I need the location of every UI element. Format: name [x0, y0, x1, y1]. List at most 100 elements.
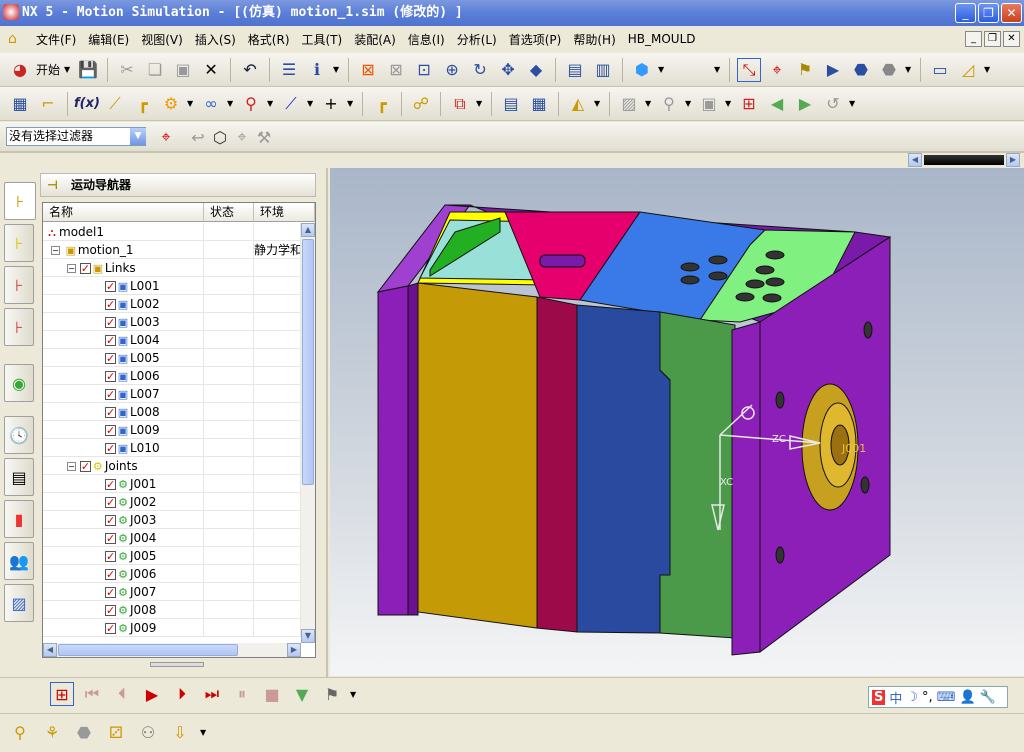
scroll-down-button[interactable]: ▼	[301, 629, 315, 643]
visibility-checkbox[interactable]: ✓	[105, 353, 116, 364]
cut-icon[interactable]: ✂	[115, 58, 139, 82]
tab-assembly-navigator[interactable]: ⊦	[4, 224, 34, 262]
undo-icon[interactable]: ↶	[238, 58, 262, 82]
visibility-checkbox[interactable]: ✓	[105, 407, 116, 418]
step-forward-icon[interactable]: ⏵	[170, 682, 194, 706]
shaded-icon[interactable]: ◆	[524, 58, 548, 82]
start-button[interactable]: 开始	[36, 61, 60, 78]
tree-row-j006[interactable]: ✓ ⚙ J006	[43, 565, 301, 583]
menu-hb-mould[interactable]: HB_MOULD	[622, 32, 702, 46]
menu-preferences[interactable]: 首选项(P)	[503, 31, 568, 48]
step-back-icon[interactable]: ⏴	[110, 682, 134, 706]
visibility-checkbox[interactable]: ✓	[105, 443, 116, 454]
column-header-environment[interactable]: 环境	[254, 203, 315, 222]
spring-icon[interactable]: ∞	[199, 92, 223, 116]
visibility-checkbox[interactable]: ✓	[105, 569, 116, 580]
tree-row-l004[interactable]: ✓ ▣ L004	[43, 331, 301, 349]
tree-row-j008[interactable]: ✓ ⚙ J008	[43, 601, 301, 619]
link-icon[interactable]: ⟋	[103, 92, 127, 116]
tab-reuse-library[interactable]: ▤	[4, 458, 34, 496]
zoom-in-out-icon[interactable]: ⊕	[440, 58, 464, 82]
delete-icon[interactable]: ✕	[199, 58, 223, 82]
assembly-icon[interactable]: ⬣	[849, 58, 873, 82]
info-icon[interactable]: ℹ	[305, 58, 329, 82]
undo-select-icon[interactable]: ↩	[186, 125, 210, 149]
fit-icon[interactable]: ⊠	[356, 58, 380, 82]
panel-resize-handle[interactable]	[150, 662, 204, 667]
grid-icon[interactable]: ⊞	[737, 92, 761, 116]
tree-row-j007[interactable]: ✓ ⚙ J007	[43, 583, 301, 601]
sensor-icon[interactable]: ⚲	[657, 92, 681, 116]
motion-icon[interactable]: ▶	[821, 58, 845, 82]
tree-row-j003[interactable]: ✓ ⚙ J003	[43, 511, 301, 529]
mold-model[interactable]: ZC XC J001	[330, 168, 1024, 676]
scroll-left-button[interactable]: ◀	[908, 153, 922, 167]
menu-view[interactable]: 视图(V)	[135, 31, 189, 48]
tree-row-j005[interactable]: ✓ ⚙ J005	[43, 547, 301, 565]
vertical-scroll-thumb[interactable]	[302, 239, 314, 485]
tab-visualization[interactable]: ▮	[4, 500, 34, 538]
restore-button[interactable]: ❐	[978, 3, 999, 23]
collapse-icon[interactable]: −	[67, 462, 76, 471]
tree-row-j001[interactable]: ✓ ⚙ J001	[43, 475, 301, 493]
visibility-checkbox[interactable]: ✓	[105, 335, 116, 346]
visibility-checkbox[interactable]: ✓	[105, 389, 116, 400]
calculator-icon[interactable]: ▦	[527, 92, 551, 116]
trace-icon[interactable]: ▨	[617, 92, 641, 116]
menu-format[interactable]: 格式(R)	[242, 31, 296, 48]
tree-row-l008[interactable]: ✓ ▣ L008	[43, 403, 301, 421]
tab-constraint-navigator[interactable]: ⊦	[4, 266, 34, 304]
menu-analysis[interactable]: 分析(L)	[451, 31, 503, 48]
paste-icon[interactable]: ▣	[171, 58, 195, 82]
tree-row-l006[interactable]: ✓ ▣ L006	[43, 367, 301, 385]
zoom-window-icon[interactable]: ⊠	[384, 58, 408, 82]
menu-insert[interactable]: 插入(S)	[189, 31, 242, 48]
view-cube-icon[interactable]: ⬢	[630, 58, 654, 82]
measure-angle-icon[interactable]: ◿	[956, 58, 980, 82]
tree-row-l003[interactable]: ✓ ▣ L003	[43, 313, 301, 331]
tree-row-joints[interactable]: − ✓ ⚙ Joints	[43, 457, 301, 475]
collapse-icon[interactable]: −	[67, 264, 76, 273]
tab-roles[interactable]: 👥	[4, 542, 34, 580]
pan-icon[interactable]: ✥	[496, 58, 520, 82]
visibility-checkbox[interactable]: ✓	[105, 587, 116, 598]
finish-flag-icon[interactable]: ⚑	[320, 682, 344, 706]
select-point-icon[interactable]: ⌖	[230, 125, 254, 149]
menu-edit[interactable]: 编辑(E)	[82, 31, 135, 48]
export-icon[interactable]: ⇩	[168, 720, 192, 744]
doc-minimize-button[interactable]: _	[965, 31, 982, 47]
tab-web-browser[interactable]: ◉	[4, 364, 34, 402]
layer2-icon[interactable]: ▥	[591, 58, 615, 82]
horizontal-scroll-thumb[interactable]	[58, 644, 238, 656]
function-icon[interactable]: f(x)	[74, 92, 100, 116]
visibility-checkbox[interactable]: ✓	[105, 605, 116, 616]
column-header-status[interactable]: 状态	[204, 203, 254, 222]
tree-row-j009[interactable]: ✓ ⚙ J009	[43, 619, 301, 637]
spreadsheet-icon[interactable]: ⬣	[72, 720, 96, 744]
horizontal-scrollbar[interactable]: ◀ ▶	[43, 643, 301, 657]
solver-icon[interactable]: ▤	[499, 92, 523, 116]
tree-row-l002[interactable]: ✓ ▣ L002	[43, 295, 301, 313]
articulate-icon[interactable]: ⚂	[104, 720, 128, 744]
list-info-icon[interactable]: ☰	[277, 58, 301, 82]
menu-assembly[interactable]: 装配(A)	[348, 31, 402, 48]
rotate-icon[interactable]: ↻	[468, 58, 492, 82]
stop-icon[interactable]: ■	[260, 682, 284, 706]
reset-icon[interactable]: ↺	[821, 92, 845, 116]
save-icon[interactable]: 💾	[76, 58, 100, 82]
environment-icon[interactable]: ▦	[8, 92, 32, 116]
pin-icon[interactable]: ⊣	[47, 174, 58, 196]
tree-row-j002[interactable]: ✓ ⚙ J002	[43, 493, 301, 511]
interference-icon[interactable]: ⧉	[448, 92, 472, 116]
vertical-scrollbar[interactable]: ▲ ▼	[301, 223, 315, 643]
snap-icon[interactable]: ⌖	[765, 58, 789, 82]
snap-filter-icon[interactable]: ⌖	[154, 125, 178, 149]
close-button[interactable]: ✕	[1001, 3, 1022, 23]
visibility-checkbox[interactable]: ✓	[105, 371, 116, 382]
scroll-up-button[interactable]: ▲	[301, 223, 315, 237]
marker-icon[interactable]: ⚲	[239, 92, 263, 116]
user-icon[interactable]: 👤	[959, 690, 975, 705]
visibility-checkbox[interactable]: ✓	[105, 533, 116, 544]
scroll-right-button[interactable]: ▶	[1006, 153, 1020, 167]
joint-tool-icon[interactable]: ┏	[131, 92, 155, 116]
